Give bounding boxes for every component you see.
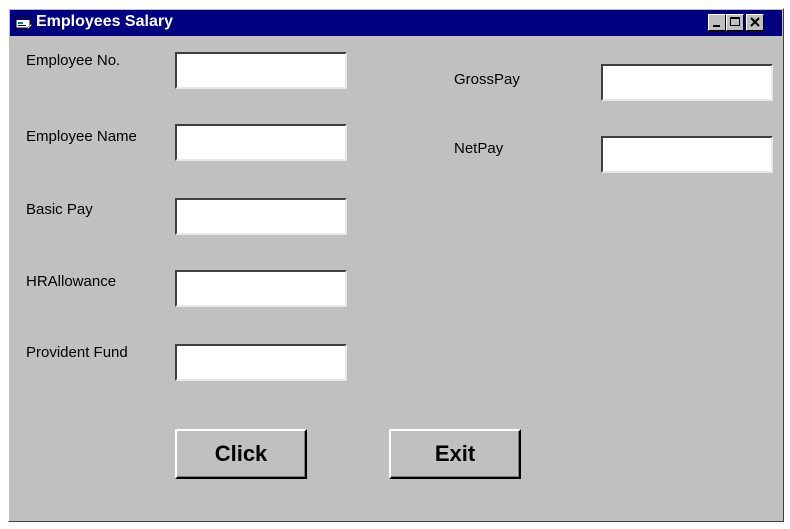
- exit-button[interactable]: Exit: [389, 429, 521, 479]
- form-icon[interactable]: [15, 15, 33, 31]
- provident-fund-input[interactable]: [175, 344, 347, 381]
- employees-salary-window: Employees Salary Employee No. Employee N…: [8, 8, 784, 522]
- close-icon: [750, 17, 760, 27]
- maximize-button[interactable]: [726, 14, 744, 31]
- minimize-icon: [713, 25, 720, 27]
- close-button[interactable]: [746, 14, 764, 31]
- hr-allowance-label: HRAllowance: [26, 273, 117, 290]
- gross-pay-label: GrossPay: [454, 71, 520, 88]
- provident-fund-label: Provident Fund: [26, 344, 128, 361]
- maximize-icon: [730, 17, 740, 26]
- hr-allowance-input[interactable]: [175, 270, 347, 307]
- employee-no-label: Employee No.: [26, 52, 121, 69]
- employee-no-input[interactable]: [175, 52, 347, 89]
- net-pay-label: NetPay: [454, 140, 504, 157]
- net-pay-input[interactable]: [601, 136, 773, 173]
- employee-name-label: Employee Name: [26, 128, 137, 145]
- basic-pay-input[interactable]: [175, 198, 347, 235]
- window-title: Employees Salary: [36, 13, 173, 30]
- basic-pay-label: Basic Pay: [26, 201, 93, 218]
- click-button[interactable]: Click: [175, 429, 307, 479]
- title-bar[interactable]: Employees Salary: [10, 10, 782, 36]
- employee-name-input[interactable]: [175, 124, 347, 161]
- gross-pay-input[interactable]: [601, 64, 773, 101]
- minimize-button[interactable]: [708, 14, 726, 31]
